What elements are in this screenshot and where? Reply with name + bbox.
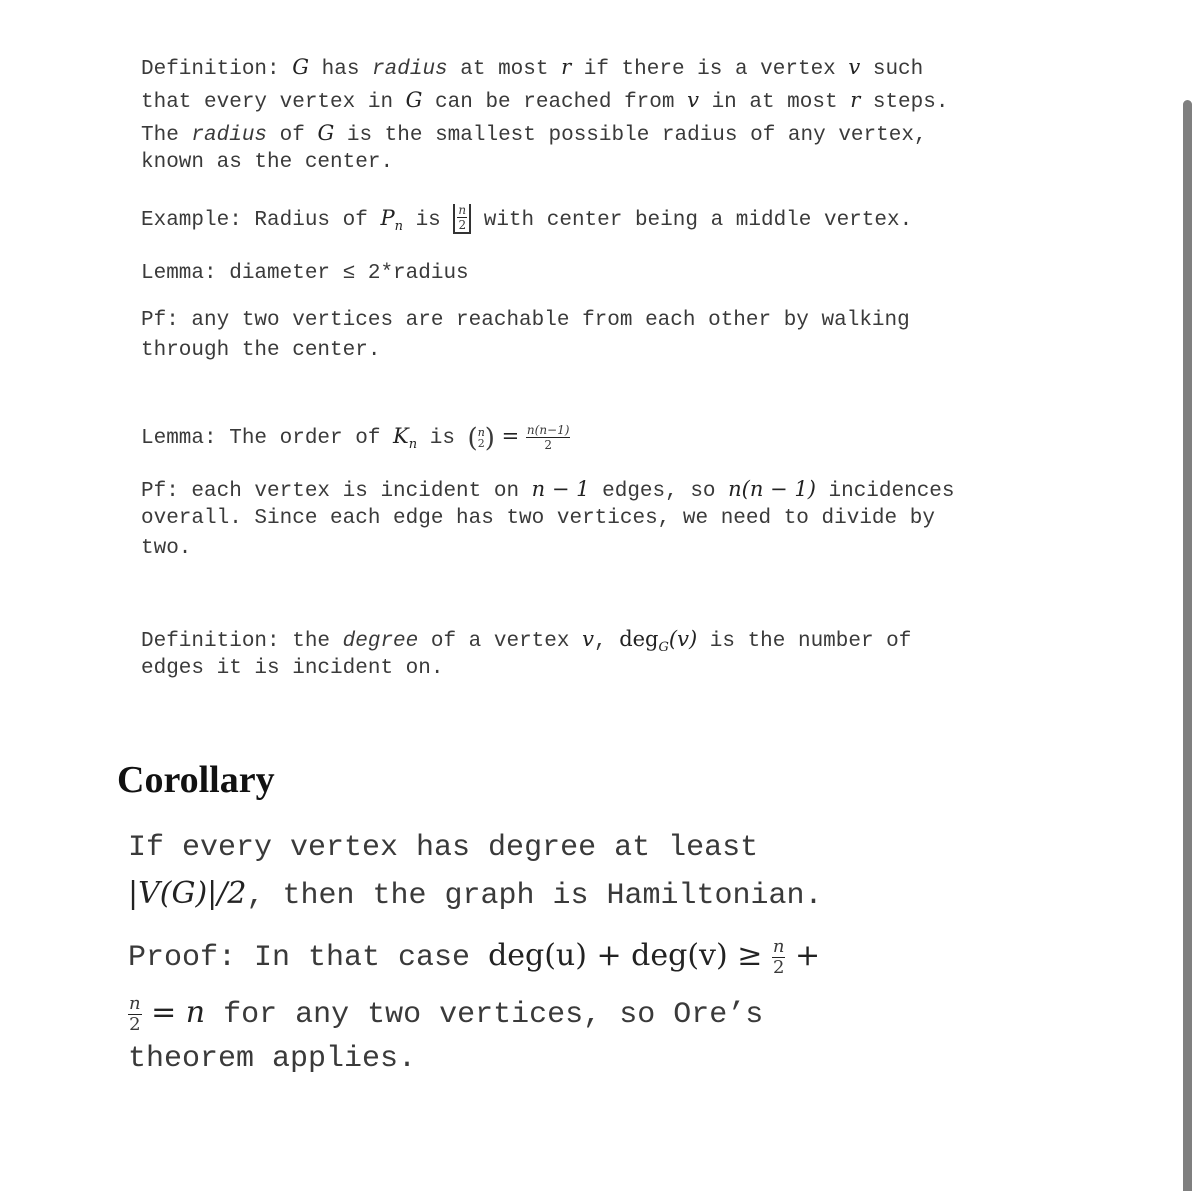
math-P: P	[380, 206, 395, 230]
text: such	[860, 58, 924, 81]
pf-order-line-2: overall. Since each edge has two vertice…	[141, 507, 935, 530]
text: Example: Radius of	[141, 209, 381, 232]
math-v: v	[687, 88, 699, 112]
binomial-n-choose-2: (n 2)	[467, 423, 495, 454]
math-equals-n: = n	[141, 995, 206, 1030]
math-arg-v: (v)	[668, 627, 698, 651]
corollary-heading: Corollary	[117, 759, 275, 801]
text: Lemma: The order of	[141, 427, 394, 450]
definition-radius-line-4: known as the center.	[141, 151, 394, 174]
corollary-statement-line-2: |V(G)|/2, then the graph is Hamiltonian.	[128, 871, 823, 919]
corollary-proof-line-1: Proof: In that case deg(u) + deg(v) ≥ n2…	[128, 933, 820, 981]
math-subscript-n: n	[394, 219, 403, 235]
corollary-proof-line-2: n2 = n for any two vertices, so Ore’s	[128, 990, 763, 1038]
text: ,	[593, 630, 620, 653]
text: if there is a vertex	[571, 58, 849, 81]
denominator: 2	[544, 437, 552, 452]
term-degree: degree	[342, 630, 419, 653]
math-v: v	[848, 55, 861, 79]
text: can be reached from	[422, 91, 688, 114]
term-radius: radius	[372, 58, 448, 81]
definition-radius-line-3: The radius of G is the smallest possible…	[141, 118, 927, 151]
definition-radius-line-1: Definition: G has radius at most r if th…	[141, 52, 923, 85]
denominator: 2	[129, 1013, 141, 1035]
math-r: r	[850, 88, 861, 112]
text: edges, so	[589, 480, 729, 503]
text: with center being a middle vertex.	[471, 209, 913, 232]
math-half-vertex-count: |V(G)|/2	[128, 876, 247, 911]
fraction-n-over-2: n2	[128, 992, 142, 1035]
math-n-minus-1: n − 1	[531, 477, 590, 501]
text: steps.	[860, 91, 949, 114]
text: is the smallest possible radius of any v…	[334, 124, 927, 147]
math-G: G	[405, 88, 423, 112]
denominator: 2	[772, 956, 785, 978]
math-degree-sum: deg(u) + deg(v) ≥	[488, 938, 772, 973]
corollary-statement-line-1: If every vertex has degree at least	[128, 831, 759, 865]
math-subscript-G: G	[658, 640, 669, 656]
term-radius: radius	[191, 124, 268, 147]
text: of a vertex	[418, 630, 583, 653]
text: at most	[447, 58, 562, 81]
floor-n-over-2: n2	[453, 203, 472, 235]
math-r: r	[561, 55, 572, 79]
example-radius-path: Example: Radius of Pn is n2 with center …	[141, 203, 912, 242]
text: Pf: each vertex is incident on	[141, 480, 532, 503]
math-K: K	[393, 424, 409, 448]
vertical-scrollbar[interactable]	[1183, 100, 1192, 1191]
numerator: n	[771, 935, 786, 958]
text: , then the graph is Hamiltonian.	[246, 879, 823, 913]
text: Definition: the	[141, 630, 343, 653]
text: that every vertex in	[141, 91, 406, 114]
numerator: n	[457, 203, 468, 219]
text: has	[309, 58, 373, 81]
text: is	[402, 209, 454, 232]
text: Definition:	[141, 58, 293, 81]
math-G: G	[317, 121, 335, 145]
math-G: G	[292, 55, 310, 79]
text: is	[417, 427, 468, 450]
plus-sign: +	[785, 938, 821, 973]
lemma-order: Lemma: The order of Kn is (n 2) = n(n−1) 2	[141, 421, 571, 460]
text: The	[141, 124, 192, 147]
math-n-times-n-minus-1: n(n − 1)	[728, 477, 816, 501]
corollary-proof-line-3: theorem applies.	[128, 1042, 417, 1076]
fraction: n(n−1) 2	[525, 422, 571, 452]
text: is the number of	[697, 630, 912, 653]
pf-diameter-line-1: Pf: any two vertices are reachable from …	[141, 309, 910, 332]
text: in at most	[698, 91, 851, 114]
text: of	[267, 124, 318, 147]
equals-sign: =	[494, 424, 526, 448]
text: Proof: In that case	[128, 941, 489, 975]
fraction-n-over-2: n2	[771, 935, 786, 978]
denominator: 2	[458, 218, 467, 233]
pf-diameter-line-2: through the center.	[141, 339, 381, 362]
definition-radius-line-2: that every vertex in G can be reached fr…	[141, 85, 948, 118]
numerator: n	[128, 992, 142, 1015]
definition-degree-line-2: edges it is incident on.	[141, 657, 444, 680]
math-subscript-n: n	[408, 437, 418, 453]
math-deg: deg	[619, 627, 659, 651]
numerator: n(n−1)	[525, 422, 571, 438]
binom-bottom: 2	[477, 437, 485, 451]
pf-order-line-1: Pf: each vertex is incident on n − 1 edg…	[141, 474, 955, 507]
lemma-diameter: Lemma: diameter ≤ 2*radius	[141, 262, 469, 285]
math-v: v	[582, 627, 594, 651]
text: for any two vertices, so Ore’s	[205, 998, 764, 1032]
text: incidences	[815, 480, 955, 503]
pf-order-line-3: two.	[141, 537, 192, 560]
